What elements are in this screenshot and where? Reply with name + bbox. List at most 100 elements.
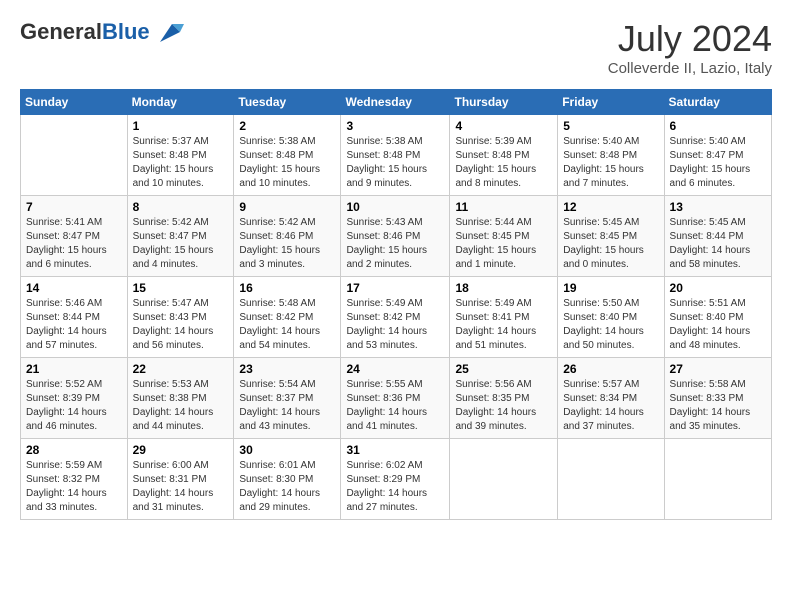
calendar-cell: 8 Sunrise: 5:42 AM Sunset: 8:47 PM Daylig… (127, 196, 234, 277)
cell-info: Sunrise: 5:57 AM Sunset: 8:34 PM Dayligh… (563, 378, 658, 434)
cell-info: Sunrise: 5:50 AM Sunset: 8:40 PM Dayligh… (563, 297, 658, 353)
cell-info: Sunrise: 5:48 AM Sunset: 8:42 PM Dayligh… (239, 297, 335, 353)
calendar-cell: 9 Sunrise: 5:42 AM Sunset: 8:46 PM Daylig… (234, 196, 341, 277)
calendar-week-row: 28 Sunrise: 5:59 AM Sunset: 8:32 PM Dayli… (21, 439, 772, 520)
day-number: 4 (455, 119, 552, 133)
day-number: 10 (346, 200, 444, 214)
day-number: 29 (133, 443, 229, 457)
cell-info: Sunrise: 5:58 AM Sunset: 8:33 PM Dayligh… (670, 378, 766, 434)
day-number: 25 (455, 362, 552, 376)
cell-info: Sunrise: 5:49 AM Sunset: 8:42 PM Dayligh… (346, 297, 444, 353)
calendar-cell: 2 Sunrise: 5:38 AM Sunset: 8:48 PM Daylig… (234, 115, 341, 196)
calendar-cell: 26Sunrise: 5:57 AM Sunset: 8:34 PM Dayli… (558, 358, 664, 439)
cell-info: Sunrise: 5:47 AM Sunset: 8:43 PM Dayligh… (133, 297, 229, 353)
calendar-week-row: 21Sunrise: 5:52 AM Sunset: 8:39 PM Dayli… (21, 358, 772, 439)
cell-info: Sunrise: 6:00 AM Sunset: 8:31 PM Dayligh… (133, 459, 229, 515)
day-number: 28 (26, 443, 122, 457)
calendar-cell (450, 439, 558, 520)
calendar-cell: 15Sunrise: 5:47 AM Sunset: 8:43 PM Dayli… (127, 277, 234, 358)
calendar-cell: 23Sunrise: 5:54 AM Sunset: 8:37 PM Dayli… (234, 358, 341, 439)
cell-info: Sunrise: 5:52 AM Sunset: 8:39 PM Dayligh… (26, 378, 122, 434)
day-number: 6 (670, 119, 766, 133)
cell-info: Sunrise: 5:43 AM Sunset: 8:46 PM Dayligh… (346, 216, 444, 272)
cell-info: Sunrise: 5:39 AM Sunset: 8:48 PM Dayligh… (455, 135, 552, 191)
calendar-cell: 29 Sunrise: 6:00 AM Sunset: 8:31 PM Dayli… (127, 439, 234, 520)
day-number: 11 (455, 200, 552, 214)
location: Colleverde II, Lazio, Italy (608, 60, 772, 77)
calendar-cell: 7Sunrise: 5:41 AM Sunset: 8:47 PM Daylig… (21, 196, 128, 277)
cell-info: Sunrise: 5:38 AM Sunset: 8:48 PM Dayligh… (239, 135, 335, 191)
weekday-header-wednesday: Wednesday (341, 90, 450, 115)
calendar-cell: 30 Sunrise: 6:01 AM Sunset: 8:30 PM Dayli… (234, 439, 341, 520)
day-number: 17 (346, 281, 444, 295)
calendar-cell: 3Sunrise: 5:38 AM Sunset: 8:48 PM Daylig… (341, 115, 450, 196)
day-number: 19 (563, 281, 658, 295)
logo-icon (152, 14, 184, 46)
calendar-cell: 10 Sunrise: 5:43 AM Sunset: 8:46 PM Dayli… (341, 196, 450, 277)
weekday-header-friday: Friday (558, 90, 664, 115)
day-number: 13 (670, 200, 766, 214)
cell-info: Sunrise: 5:53 AM Sunset: 8:38 PM Dayligh… (133, 378, 229, 434)
calendar-cell: 19 Sunrise: 5:50 AM Sunset: 8:40 PM Dayli… (558, 277, 664, 358)
calendar-cell: 11 Sunrise: 5:44 AM Sunset: 8:45 PM Dayli… (450, 196, 558, 277)
day-number: 22 (133, 362, 229, 376)
calendar-cell: 25 Sunrise: 5:56 AM Sunset: 8:35 PM Dayli… (450, 358, 558, 439)
calendar-cell: 17 Sunrise: 5:49 AM Sunset: 8:42 PM Dayli… (341, 277, 450, 358)
calendar-cell: 4 Sunrise: 5:39 AM Sunset: 8:48 PM Daylig… (450, 115, 558, 196)
calendar-cell: 22 Sunrise: 5:53 AM Sunset: 8:38 PM Dayli… (127, 358, 234, 439)
day-number: 8 (133, 200, 229, 214)
calendar-cell: 1Sunrise: 5:37 AM Sunset: 8:48 PM Daylig… (127, 115, 234, 196)
calendar-cell: 24Sunrise: 5:55 AM Sunset: 8:36 PM Dayli… (341, 358, 450, 439)
calendar-cell: 27 Sunrise: 5:58 AM Sunset: 8:33 PM Dayli… (664, 358, 771, 439)
cell-info: Sunrise: 6:01 AM Sunset: 8:30 PM Dayligh… (239, 459, 335, 515)
day-number: 27 (670, 362, 766, 376)
calendar-week-row: 1Sunrise: 5:37 AM Sunset: 8:48 PM Daylig… (21, 115, 772, 196)
weekday-header-thursday: Thursday (450, 90, 558, 115)
logo: GeneralBlue (20, 18, 184, 46)
weekday-header-saturday: Saturday (664, 90, 771, 115)
day-number: 20 (670, 281, 766, 295)
cell-info: Sunrise: 5:46 AM Sunset: 8:44 PM Dayligh… (26, 297, 122, 353)
day-number: 7 (26, 200, 122, 214)
day-number: 3 (346, 119, 444, 133)
day-number: 2 (239, 119, 335, 133)
weekday-header-tuesday: Tuesday (234, 90, 341, 115)
cell-info: Sunrise: 5:56 AM Sunset: 8:35 PM Dayligh… (455, 378, 552, 434)
cell-info: Sunrise: 5:42 AM Sunset: 8:46 PM Dayligh… (239, 216, 335, 272)
calendar-cell: 28 Sunrise: 5:59 AM Sunset: 8:32 PM Dayli… (21, 439, 128, 520)
day-number: 23 (239, 362, 335, 376)
calendar-cell: 13Sunrise: 5:45 AM Sunset: 8:44 PM Dayli… (664, 196, 771, 277)
month-title: July 2024 (608, 18, 772, 60)
header: GeneralBlue July 2024 Colleverde II, Laz… (20, 18, 772, 77)
cell-info: Sunrise: 5:45 AM Sunset: 8:45 PM Dayligh… (563, 216, 658, 272)
day-number: 31 (346, 443, 444, 457)
page-container: GeneralBlue July 2024 Colleverde II, Laz… (0, 0, 792, 530)
calendar-week-row: 7Sunrise: 5:41 AM Sunset: 8:47 PM Daylig… (21, 196, 772, 277)
weekday-header-row: SundayMondayTuesdayWednesdayThursdayFrid… (21, 90, 772, 115)
calendar-table: SundayMondayTuesdayWednesdayThursdayFrid… (20, 89, 772, 520)
calendar-cell (664, 439, 771, 520)
calendar-cell: 21Sunrise: 5:52 AM Sunset: 8:39 PM Dayli… (21, 358, 128, 439)
day-number: 16 (239, 281, 335, 295)
cell-info: Sunrise: 5:51 AM Sunset: 8:40 PM Dayligh… (670, 297, 766, 353)
calendar-cell: 31Sunrise: 6:02 AM Sunset: 8:29 PM Dayli… (341, 439, 450, 520)
cell-info: Sunrise: 5:59 AM Sunset: 8:32 PM Dayligh… (26, 459, 122, 515)
cell-info: Sunrise: 5:49 AM Sunset: 8:41 PM Dayligh… (455, 297, 552, 353)
logo-general: GeneralBlue (20, 20, 150, 44)
cell-info: Sunrise: 5:40 AM Sunset: 8:48 PM Dayligh… (563, 135, 658, 191)
cell-info: Sunrise: 5:42 AM Sunset: 8:47 PM Dayligh… (133, 216, 229, 272)
calendar-cell: 12 Sunrise: 5:45 AM Sunset: 8:45 PM Dayli… (558, 196, 664, 277)
cell-info: Sunrise: 5:55 AM Sunset: 8:36 PM Dayligh… (346, 378, 444, 434)
day-number: 14 (26, 281, 122, 295)
day-number: 9 (239, 200, 335, 214)
cell-info: Sunrise: 5:44 AM Sunset: 8:45 PM Dayligh… (455, 216, 552, 272)
calendar-cell: 14 Sunrise: 5:46 AM Sunset: 8:44 PM Dayli… (21, 277, 128, 358)
day-number: 12 (563, 200, 658, 214)
calendar-cell (21, 115, 128, 196)
calendar-cell: 20 Sunrise: 5:51 AM Sunset: 8:40 PM Dayli… (664, 277, 771, 358)
calendar-cell: 18Sunrise: 5:49 AM Sunset: 8:41 PM Dayli… (450, 277, 558, 358)
title-block: July 2024 Colleverde II, Lazio, Italy (608, 18, 772, 77)
day-number: 30 (239, 443, 335, 457)
calendar-cell (558, 439, 664, 520)
calendar-cell: 16 Sunrise: 5:48 AM Sunset: 8:42 PM Dayli… (234, 277, 341, 358)
